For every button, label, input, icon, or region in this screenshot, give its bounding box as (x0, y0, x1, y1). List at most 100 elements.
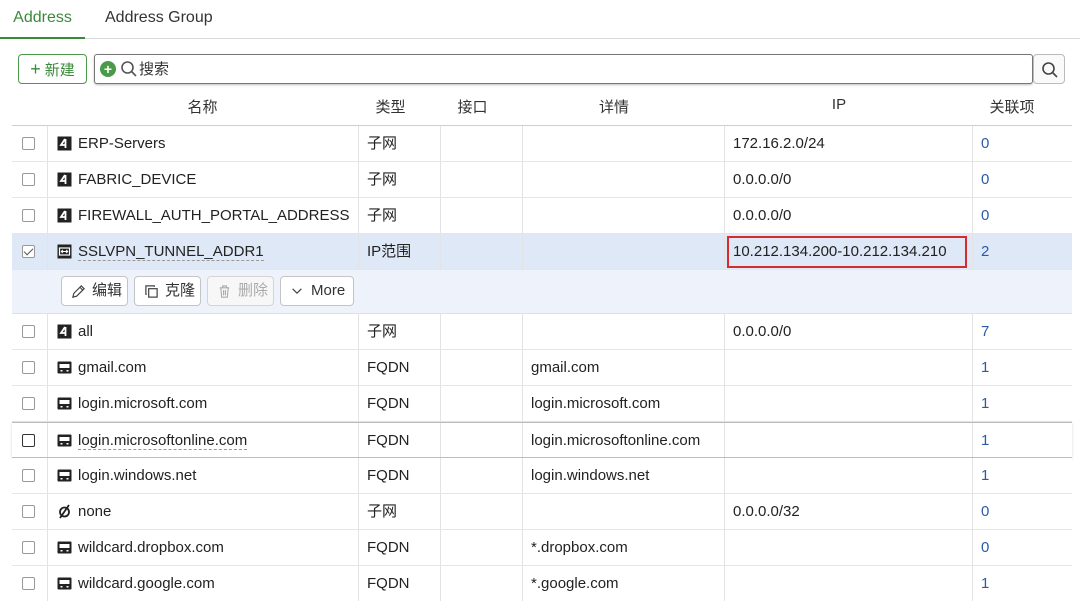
references-link[interactable]: 0 (972, 198, 1072, 233)
type-cell: FQDN (358, 423, 440, 457)
type-cell: 子网 (358, 314, 440, 349)
clone-button-label: 克隆 (165, 282, 196, 299)
details-cell: *.dropbox.com (522, 530, 724, 565)
tab-address-group[interactable]: Address Group (105, 0, 213, 39)
checkbox-cell (12, 126, 47, 161)
column-header-references[interactable]: 关联项 (972, 96, 1052, 120)
trash-icon (219, 285, 230, 298)
column-header-details[interactable]: 详情 (522, 96, 706, 120)
row-checkbox[interactable] (22, 209, 35, 222)
subnet-icon (57, 172, 72, 187)
interface-cell (440, 350, 522, 385)
add-filter-icon[interactable]: + (100, 61, 116, 77)
delete-button[interactable]: 删除 (207, 276, 274, 306)
checkbox-cell (12, 314, 47, 349)
tab-address[interactable]: Address (0, 0, 85, 39)
row-name: FIREWALL_AUTH_PORTAL_ADDRESS (78, 207, 350, 224)
table-row[interactable]: wildcard.dropbox.com FQDN *.dropbox.com … (12, 530, 1072, 566)
subnet-icon (57, 324, 72, 339)
details-cell: login.microsoftonline.com (522, 423, 724, 457)
more-button-label: More (311, 282, 346, 299)
column-header-interface[interactable]: 接口 (440, 96, 505, 120)
name-cell: login.microsoftonline.com (47, 423, 358, 457)
references-link[interactable]: 0 (972, 530, 1072, 565)
table-row[interactable]: FIREWALL_AUTH_PORTAL_ADDRESS 子网 0.0.0.0/… (12, 198, 1072, 234)
interface-cell (440, 314, 522, 349)
row-checkbox[interactable] (22, 137, 35, 150)
row-checkbox[interactable] (22, 173, 35, 186)
ip-cell: 0.0.0.0/0 (724, 314, 972, 349)
table-row[interactable]: ERP-Servers 子网 172.16.2.0/24 0 (12, 126, 1072, 162)
row-checkbox-checked[interactable] (22, 245, 35, 258)
row-name: login.microsoftonline.com (78, 432, 248, 450)
table-row[interactable]: login.microsoft.com FQDN login.microsoft… (12, 386, 1072, 422)
references-link[interactable]: 1 (972, 566, 1072, 601)
row-checkbox[interactable] (22, 541, 35, 554)
checkbox-cell (12, 458, 47, 493)
ip-cell: 0.0.0.0/0 (724, 198, 972, 233)
row-checkbox[interactable] (22, 434, 35, 447)
ip-cell (724, 566, 972, 601)
search-button[interactable] (1033, 54, 1065, 84)
interface-cell (440, 126, 522, 161)
name-cell: login.microsoft.com (47, 386, 358, 421)
more-button[interactable]: More (280, 276, 354, 306)
references-link[interactable]: 0 (972, 126, 1072, 161)
references-link[interactable]: 0 (972, 162, 1072, 197)
checkbox-cell (12, 198, 47, 233)
references-link[interactable]: 7 (972, 314, 1072, 349)
checkbox-cell (12, 162, 47, 197)
interface-cell (440, 386, 522, 421)
type-cell: 子网 (358, 494, 440, 529)
search-input[interactable] (139, 58, 1019, 80)
edit-button[interactable]: 编辑 (61, 276, 128, 306)
name-cell: SSLVPN_TUNNEL_ADDR1 (47, 234, 358, 269)
name-cell: all (47, 314, 358, 349)
ip-cell (724, 350, 972, 385)
row-checkbox[interactable] (22, 505, 35, 518)
table-row[interactable]: gmail.com FQDN gmail.com 1 (12, 350, 1072, 386)
checkbox-cell (12, 234, 47, 269)
table-row[interactable]: wildcard.google.com FQDN *.google.com 1 (12, 566, 1072, 601)
name-cell: none (47, 494, 358, 529)
references-link[interactable]: 1 (972, 350, 1072, 385)
row-checkbox[interactable] (22, 397, 35, 410)
row-checkbox[interactable] (22, 325, 35, 338)
type-cell: FQDN (358, 530, 440, 565)
table-row[interactable]: none 子网 0.0.0.0/32 0 (12, 494, 1072, 530)
table-row-selected[interactable]: SSLVPN_TUNNEL_ADDR1 IP范围 10.212.134.200-… (12, 234, 1072, 270)
interface-cell (440, 530, 522, 565)
edit-button-label: 编辑 (92, 282, 123, 299)
clone-icon (145, 285, 158, 298)
name-cell: wildcard.google.com (47, 566, 358, 601)
fqdn-icon (57, 469, 72, 482)
search-field[interactable]: + (94, 54, 1033, 84)
references-link[interactable]: 1 (972, 423, 1072, 457)
table-row[interactable]: login.windows.net FQDN login.windows.net… (12, 458, 1072, 494)
interface-cell (440, 494, 522, 529)
interface-cell (440, 234, 522, 269)
details-cell (522, 314, 724, 349)
column-header-type[interactable]: 类型 (358, 96, 423, 120)
new-button[interactable]: + 新建 (18, 54, 87, 84)
column-header-ip[interactable]: IP (724, 96, 954, 120)
references-link[interactable]: 1 (972, 386, 1072, 421)
interface-cell (440, 458, 522, 493)
row-checkbox[interactable] (22, 361, 35, 374)
row-name: all (78, 323, 94, 340)
ip-cell (724, 458, 972, 493)
row-checkbox[interactable] (22, 577, 35, 590)
table-row-hovered[interactable]: login.microsoftonline.com FQDN login.mic… (12, 422, 1072, 458)
row-checkbox[interactable] (22, 469, 35, 482)
interface-cell (440, 162, 522, 197)
clone-button[interactable]: 克隆 (134, 276, 201, 306)
details-cell (522, 198, 724, 233)
table-row[interactable]: all 子网 0.0.0.0/0 7 (12, 314, 1072, 350)
interface-cell (440, 198, 522, 233)
references-link[interactable]: 1 (972, 458, 1072, 493)
table-row[interactable]: FABRIC_DEVICE 子网 0.0.0.0/0 0 (12, 162, 1072, 198)
column-header-name[interactable]: 名称 (47, 96, 358, 120)
references-link[interactable]: 2 (972, 234, 1072, 269)
references-link[interactable]: 0 (972, 494, 1072, 529)
checkbox-cell (12, 423, 47, 457)
